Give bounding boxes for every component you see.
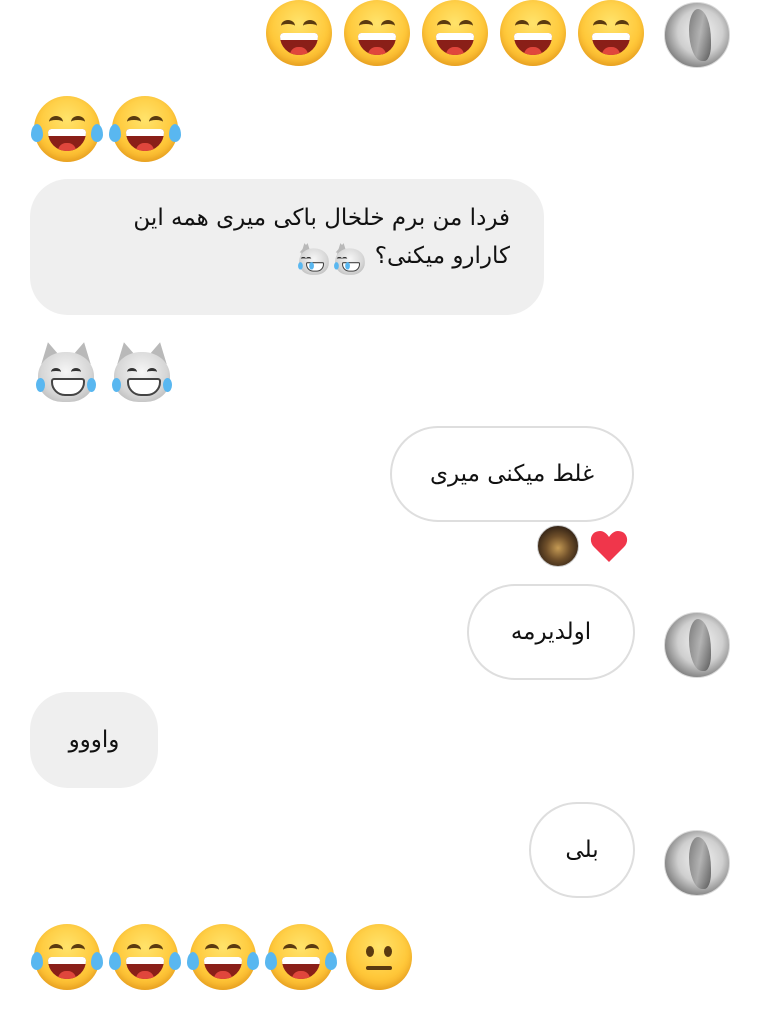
joy-face-icon — [109, 924, 181, 990]
incoming-message-bubble[interactable]: واووو — [30, 692, 158, 788]
sender-avatar[interactable] — [664, 830, 730, 896]
message-text: بلی — [565, 837, 599, 863]
grinning-face-icon — [500, 0, 566, 66]
joy-face-icon — [31, 96, 103, 162]
emoji-row-cats[interactable] — [34, 339, 174, 404]
neutral-face-icon — [346, 924, 412, 990]
grinning-face-icon — [422, 0, 488, 66]
grinning-face-icon — [578, 0, 644, 66]
sender-avatar[interactable] — [664, 2, 730, 68]
grinning-face-icon — [266, 0, 332, 66]
grinning-face-icon — [344, 0, 410, 66]
joy-face-icon — [109, 96, 181, 162]
emoji-row-bottom[interactable] — [31, 924, 412, 990]
emoji-row-joy[interactable] — [31, 96, 181, 162]
message-text: واووو — [68, 727, 120, 753]
outgoing-message-bubble[interactable]: غلط میکنی میری — [390, 426, 634, 522]
message-text: اولدیرمه — [510, 619, 592, 645]
cat-joy-icon — [295, 240, 331, 275]
outgoing-message-bubble[interactable]: بلی — [529, 802, 635, 898]
joy-face-icon — [31, 924, 103, 990]
outgoing-message-bubble[interactable]: اولدیرمه — [467, 584, 635, 680]
sender-avatar[interactable] — [664, 612, 730, 678]
reactor-avatar[interactable] — [537, 525, 579, 567]
incoming-message-bubble[interactable]: فردا من برم خلخال باکی میری همه این کارا… — [30, 179, 544, 315]
cat-joy-icon — [34, 339, 98, 404]
joy-face-icon — [265, 924, 337, 990]
cat-joy-icon — [331, 240, 367, 275]
heart-icon[interactable] — [589, 526, 629, 566]
joy-face-icon — [187, 924, 259, 990]
emoji-row-top[interactable] — [266, 0, 644, 66]
message-text: غلط میکنی میری — [429, 461, 595, 487]
cat-joy-icon — [110, 339, 174, 404]
